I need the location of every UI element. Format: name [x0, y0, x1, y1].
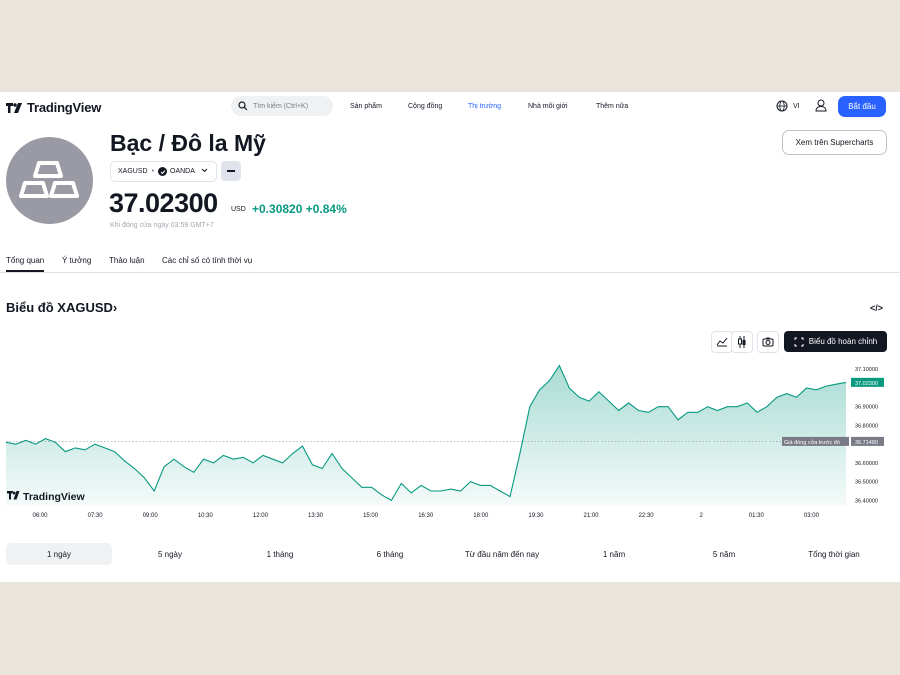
y-tick-label: 36.50000 [855, 480, 878, 486]
embed-code-icon[interactable]: </> [870, 303, 883, 313]
x-tick-label: 2 [700, 513, 704, 519]
change-percent: +0.84% [305, 202, 347, 216]
range-1-day[interactable]: 1 ngày [6, 543, 112, 565]
nav-more[interactable]: Thêm nữa [596, 103, 628, 110]
x-tick-label: 07:30 [88, 513, 104, 519]
candles-icon [738, 336, 746, 348]
start-button[interactable]: Bắt đầu [838, 96, 886, 117]
search-icon [238, 101, 248, 111]
symbol-title: Bạc / Đô la Mỹ [110, 130, 266, 156]
tab-ideas[interactable]: Ý tưởng [62, 256, 91, 265]
tradingview-logo[interactable]: TradingView [6, 100, 101, 115]
verified-icon [158, 167, 168, 176]
remove-from-watchlist-button[interactable] [221, 161, 241, 181]
user-icon [815, 99, 827, 112]
separator-dot: • [151, 168, 155, 175]
silver-bars-icon [18, 160, 79, 198]
chart-watermark: TradingView [23, 491, 85, 503]
range-all-time[interactable]: Tổng thời gian [786, 543, 882, 565]
fullscreen-icon [794, 337, 804, 346]
nav-brokers[interactable]: Nhà môi giới [528, 103, 568, 110]
chevron-down-icon [201, 168, 208, 175]
range-5-days[interactable]: 5 ngày [122, 543, 218, 565]
tradingview-logo-icon [6, 102, 22, 113]
range-5-years[interactable]: 5 năm [676, 543, 772, 565]
price-currency: USD [231, 206, 246, 213]
search-placeholder: Tìm kiếm (Ctrl+K) [253, 102, 309, 110]
tab-overview[interactable]: Tổng quan [6, 256, 45, 272]
minus-icon [227, 170, 235, 172]
chart-section-title-text: Biểu đồ XAGUSD [6, 300, 113, 315]
tab-discussion[interactable]: Thảo luận [109, 256, 145, 265]
globe-icon [776, 100, 788, 112]
x-tick-label: 13:30 [308, 513, 324, 519]
chart-section-title[interactable]: Biểu đồ XAGUSD› [6, 300, 117, 315]
price-area-fill [6, 365, 846, 506]
chevron-right-icon: › [112, 300, 118, 315]
x-tick-label: 19:30 [528, 513, 544, 519]
top-navigation: TradingView Tìm kiếm (Ctrl+K) Sản phẩm C… [0, 92, 900, 122]
current-price: 37.02300 [109, 188, 218, 218]
full-chart-label: Biểu đồ hoàn chỉnh [808, 337, 878, 346]
snapshot-button[interactable] [757, 331, 779, 353]
y-tick-label: 37.10000 [855, 367, 878, 373]
y-tick-label: 36.90000 [855, 405, 878, 411]
area-chart-icon [716, 337, 728, 347]
ticker-label: XAGUSD [118, 168, 148, 175]
range-6-months[interactable]: 6 tháng [342, 543, 438, 565]
market-close-note: Khi đóng cửa ngày 03:59 GMT+7 [110, 222, 214, 229]
previous-close-label: Giá đóng cửa trước đó [784, 439, 840, 446]
search-input[interactable]: Tìm kiếm (Ctrl+K) [231, 96, 333, 116]
exchange-label: OANDA [170, 168, 195, 175]
range-1-month[interactable]: 1 tháng [232, 543, 328, 565]
range-ytd[interactable]: Từ đầu năm đến nay [452, 543, 552, 565]
full-chart-button[interactable]: Biểu đồ hoàn chỉnh [784, 331, 887, 352]
x-tick-label: 22:30 [639, 513, 655, 519]
x-tick-label: 03:00 [804, 513, 820, 519]
x-tick-label: 06:00 [32, 513, 48, 519]
language-label: VI [793, 102, 800, 110]
nav-products[interactable]: Sản phẩm [350, 103, 382, 110]
nav-community[interactable]: Cộng đồng [408, 103, 442, 110]
y-tick-label: 36.40000 [855, 498, 878, 504]
user-menu[interactable] [815, 99, 827, 117]
price-change: +0.30820 +0.84% [252, 202, 347, 216]
candle-style-button[interactable] [731, 331, 753, 353]
logo-text: TradingView [27, 100, 102, 115]
last-price-label: 37.02300 [855, 381, 878, 387]
symbol-exchange-selector[interactable]: XAGUSD • OANDA [110, 161, 217, 182]
x-tick-label: 16:30 [418, 513, 434, 519]
previous-close-value: 36.71480 [855, 440, 878, 446]
supercharts-button[interactable]: Xem trên Supercharts [782, 130, 887, 155]
language-selector[interactable]: VI [776, 100, 800, 112]
change-value: +0.30820 [252, 202, 303, 216]
symbol-tabs: Tổng quan Ý tưởng Thảo luận Các chỉ số c… [0, 253, 900, 273]
symbol-avatar [6, 137, 93, 224]
x-tick-label: 10:30 [198, 513, 214, 519]
x-tick-label: 21:00 [583, 513, 599, 519]
nav-markets[interactable]: Thị trường [468, 103, 501, 110]
x-tick-label: 18:00 [473, 513, 489, 519]
y-tick-label: 36.60000 [855, 461, 878, 467]
time-range-selector: 1 ngày 5 ngày 1 tháng 6 tháng Từ đầu năm… [6, 543, 886, 565]
y-tick-label: 36.80000 [855, 423, 878, 429]
chart-style-button[interactable] [711, 331, 733, 353]
x-tick-label: 09:00 [143, 513, 159, 519]
range-1-year[interactable]: 1 năm [566, 543, 662, 565]
tab-seasonals[interactable]: Các chỉ số có tính thời vụ [162, 256, 252, 265]
camera-icon [762, 337, 774, 347]
x-tick-label: 12:00 [253, 513, 269, 519]
price-chart[interactable]: Giá đóng cửa trước đó 36.71480 37.10000 36.… [0, 358, 900, 538]
x-tick-label: 15:00 [363, 513, 379, 519]
page: TradingView Tìm kiếm (Ctrl+K) Sản phẩm C… [0, 92, 900, 582]
x-tick-label: 01:30 [749, 513, 765, 519]
